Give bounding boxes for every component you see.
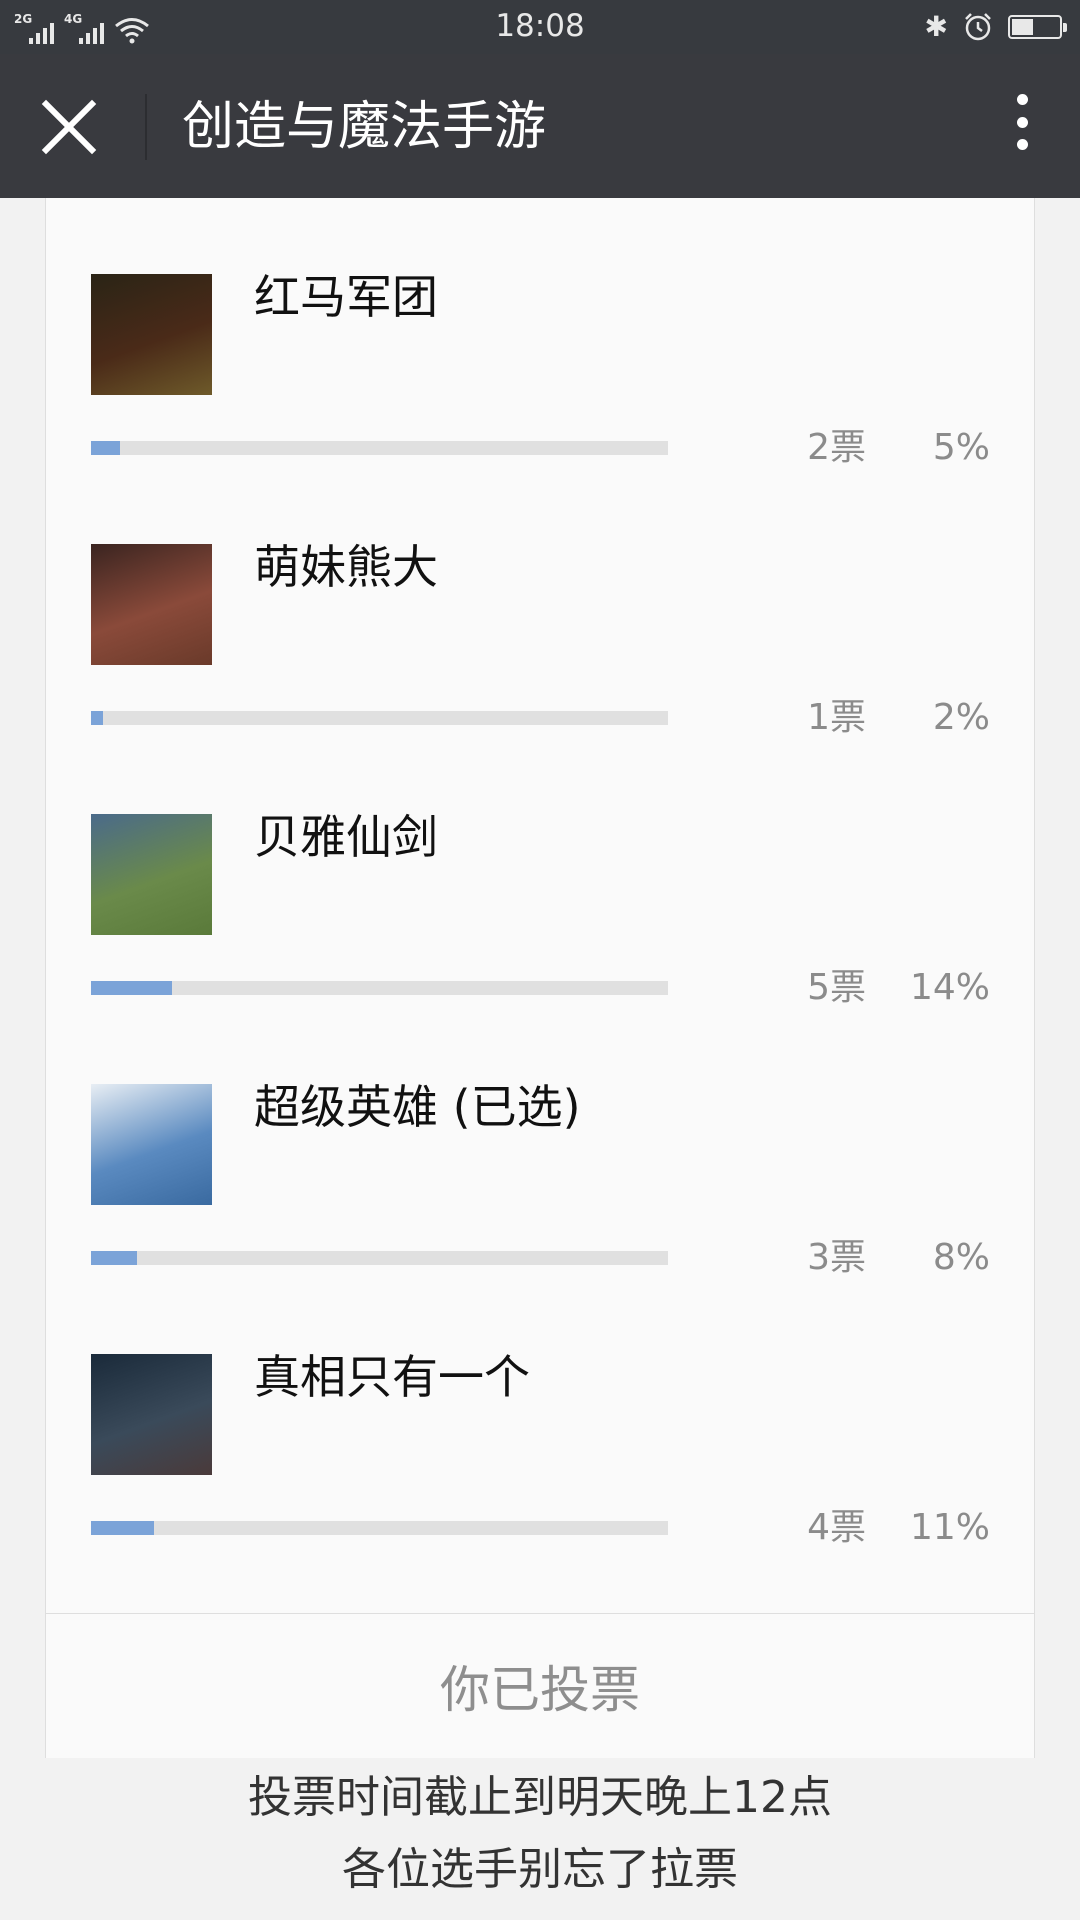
option-label: 红马军团 (254, 270, 438, 324)
option-thumbnail (91, 544, 212, 665)
option-vote-percent: 8% (932, 1237, 990, 1278)
option-vote-percent: 14% (909, 967, 990, 1008)
option-progress-bar (91, 441, 668, 455)
option-label: 真相只有一个 (254, 1350, 530, 1404)
status-right: ✱ (924, 10, 1067, 44)
option-thumbnail (91, 1084, 212, 1205)
option-thumbnail (91, 1354, 212, 1475)
option-progress-bar (91, 1251, 668, 1265)
title-bar: 创造与魔法手游 (0, 54, 1080, 198)
option-vote-percent: 5% (932, 427, 990, 468)
option-thumbnail (91, 274, 212, 395)
bluetooth-icon: ✱ (924, 10, 948, 43)
voted-label: 你已投票 (440, 1661, 640, 1719)
footer-line-2: 各位选手别忘了拉票 (342, 1844, 738, 1895)
more-vertical-icon (1016, 94, 1028, 150)
footer-line-1: 投票时间截止到明天晚上12点 (248, 1772, 832, 1823)
option-progress-bar (91, 1521, 668, 1535)
status-bar: 2G 4G 18:08 ✱ (0, 0, 1080, 54)
option-vote-percent: 11% (909, 1507, 990, 1548)
option-label: 超级英雄 (已选) (254, 1080, 581, 1134)
option-progress-fill (91, 441, 120, 455)
battery-icon (1008, 15, 1067, 39)
option-label: 贝雅仙剑 (254, 810, 438, 864)
option-progress-fill (91, 1521, 155, 1535)
poll-option[interactable]: 萌妹熊大 1票 2% (46, 468, 1034, 738)
option-vote-count: 4票 (807, 1507, 866, 1548)
poll-option[interactable]: 红马军团 2票 5% (46, 198, 1034, 468)
poll-option[interactable]: 贝雅仙剑 5票 14% (46, 738, 1034, 1008)
option-progress-fill (91, 981, 172, 995)
poll-card: 真相只有一个 4票 11% 超级英雄 (已选) 3票 8% 贝雅仙剑 5票 14% 萌妹熊大 1票 2… (45, 198, 1035, 1758)
status-time: 18:08 (495, 8, 585, 44)
close-button[interactable] (40, 98, 98, 156)
poll-option[interactable]: 超级英雄 (已选) 3票 8% (46, 1008, 1034, 1278)
option-progress-fill (91, 711, 103, 725)
title-divider (145, 94, 147, 160)
option-label: 萌妹熊大 (254, 540, 438, 594)
option-progress-fill (91, 1251, 138, 1265)
option-thumbnail (91, 814, 212, 935)
option-vote-count: 2票 (807, 427, 866, 468)
option-progress-bar (91, 711, 668, 725)
alarm-icon (965, 13, 991, 41)
poll-option[interactable]: 真相只有一个 4票 11% (46, 1278, 1034, 1548)
more-button[interactable] (1002, 94, 1042, 160)
option-vote-count: 3票 (807, 1237, 866, 1278)
page-title: 创造与魔法手游 (182, 97, 547, 157)
option-vote-percent: 2% (932, 697, 990, 738)
voted-status-button[interactable]: 你已投票 (46, 1613, 1034, 1758)
option-vote-count: 5票 (807, 967, 866, 1008)
close-icon (41, 99, 97, 155)
option-vote-count: 1票 (807, 697, 866, 738)
option-progress-bar (91, 981, 668, 995)
